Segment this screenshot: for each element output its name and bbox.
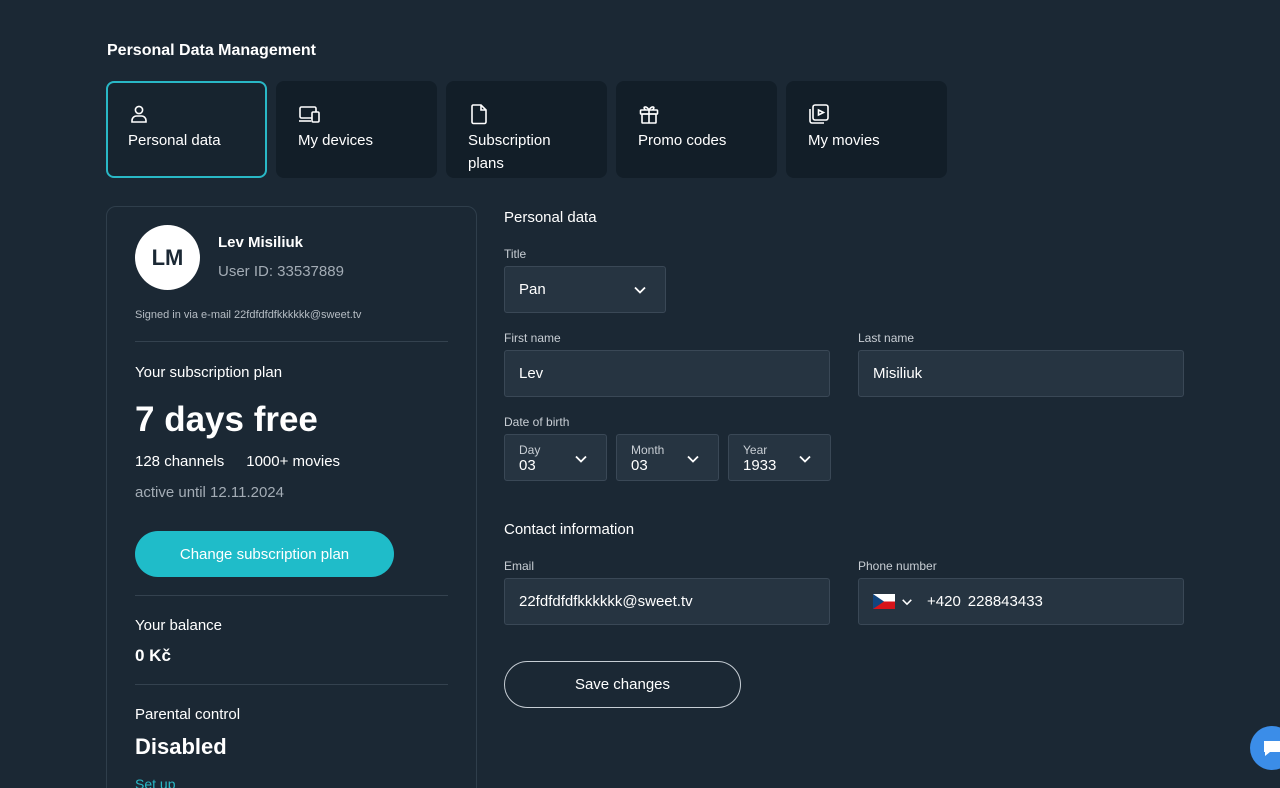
- day-value: 03: [519, 457, 536, 474]
- chat-button[interactable]: [1250, 726, 1280, 770]
- divider: [135, 684, 448, 685]
- day-label: Day: [519, 443, 541, 457]
- parental-heading: Parental control: [135, 706, 241, 723]
- parental-status: Disabled: [135, 734, 227, 759]
- contact-info-title: Contact information: [504, 521, 635, 538]
- save-changes-button[interactable]: Save changes: [504, 661, 741, 708]
- tab-promo-codes[interactable]: Promo codes: [616, 81, 777, 178]
- last-name-field[interactable]: Misiliuk: [858, 350, 1184, 397]
- year-value: 1933: [743, 457, 777, 474]
- plan-stats: 128 channels 1000+ movies: [135, 453, 340, 470]
- czech-flag-icon: [873, 594, 895, 609]
- plan-name: 7 days free: [135, 400, 318, 439]
- user-id: User ID: 33537889: [218, 263, 344, 280]
- tab-subscription-plans[interactable]: Subscription plans: [446, 81, 607, 178]
- dob-label: Date of birth: [504, 415, 570, 429]
- chat-icon: [1264, 741, 1280, 756]
- dob-day-select[interactable]: Day 03: [504, 434, 607, 481]
- active-until: active until 12.11.2024: [135, 484, 284, 501]
- tab-bar: Personal data My devices Subscription pl…: [106, 81, 947, 178]
- tab-label: Personal data: [128, 132, 221, 149]
- title-select[interactable]: Pan: [504, 266, 666, 313]
- devices-icon: [299, 106, 320, 123]
- profile-card: LM Lev Misiliuk User ID: 33537889 Signed…: [106, 206, 477, 788]
- tab-my-devices[interactable]: My devices: [276, 81, 437, 178]
- divider: [135, 595, 448, 596]
- personal-data-title: Personal data: [504, 209, 597, 226]
- phone-prefix: +420: [927, 593, 961, 610]
- month-label: Month: [631, 443, 665, 457]
- gift-icon: [639, 106, 659, 124]
- signed-in-info: Signed in via e-mail 22fdfdfdfkkkkkk@swe…: [135, 309, 362, 321]
- change-subscription-button[interactable]: Change subscription plan: [135, 531, 394, 577]
- title-value: Pan: [519, 281, 546, 298]
- movie-icon: [809, 104, 829, 124]
- subscription-heading: Your subscription plan: [135, 364, 283, 381]
- tab-label: Subscription plans: [468, 132, 551, 172]
- dob-year-select[interactable]: Year 1933: [728, 434, 831, 481]
- phone-label: Phone number: [858, 559, 937, 573]
- phone-field[interactable]: +420 228843433: [858, 578, 1184, 625]
- title-label: Title: [504, 247, 527, 261]
- first-name-label: First name: [504, 331, 561, 345]
- email-field[interactable]: 22fdfdfdfkkkkkk@sweet.tv: [504, 578, 830, 625]
- tab-personal-data[interactable]: Personal data: [106, 81, 267, 178]
- tab-label: My devices: [298, 132, 374, 149]
- tab-my-movies[interactable]: My movies: [786, 81, 947, 178]
- balance-value: 0 Kč: [135, 646, 171, 665]
- first-name-field[interactable]: Lev: [504, 350, 830, 397]
- country-code-select[interactable]: [873, 594, 913, 609]
- chevron-down-icon: [799, 455, 811, 463]
- divider: [135, 341, 448, 342]
- last-name-label: Last name: [858, 331, 915, 345]
- user-icon: [131, 105, 147, 123]
- chevron-down-icon: [902, 598, 912, 605]
- avatar: LM: [135, 225, 200, 290]
- parental-setup-link[interactable]: Set up: [135, 776, 175, 788]
- chevron-down-icon: [687, 455, 699, 463]
- tab-label: My movies: [808, 132, 880, 149]
- page: Personal Data Management Personal data M…: [0, 0, 1280, 788]
- channels-count: 128 channels: [135, 453, 225, 470]
- email-label: Email: [504, 559, 535, 573]
- user-name: Lev Misiliuk: [218, 234, 304, 251]
- movies-count: 1000+ movies: [246, 453, 341, 470]
- chevron-down-icon: [575, 455, 587, 463]
- month-value: 03: [631, 457, 648, 474]
- dob-month-select[interactable]: Month 03: [616, 434, 719, 481]
- year-label: Year: [743, 443, 768, 457]
- document-icon: [471, 104, 487, 125]
- page-title: Personal Data Management: [107, 42, 316, 59]
- balance-heading: Your balance: [135, 617, 223, 634]
- tab-label: Promo codes: [638, 132, 727, 149]
- phone-value: 228843433: [967, 593, 1043, 610]
- chevron-down-icon: [634, 286, 646, 294]
